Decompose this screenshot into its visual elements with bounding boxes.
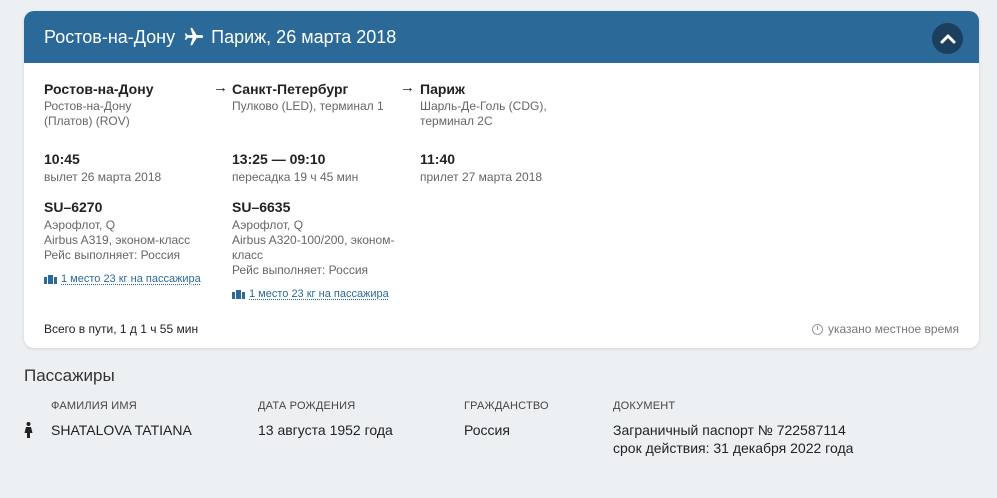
luggage-icon	[232, 290, 245, 299]
collapse-button[interactable]	[932, 23, 963, 54]
baggage-text: 1 место 23 кг на пассажира	[61, 273, 201, 285]
airport-name: Шарль-Де-Голь (CDG),	[420, 99, 547, 113]
baggage-link[interactable]: 1 место 23 кг на пассажира	[232, 288, 412, 300]
female-passenger-icon	[24, 422, 33, 438]
flight-card-header: Ростов-на-Дону Париж, 26 марта 2018	[24, 11, 979, 63]
aircraft-class: класс	[232, 248, 264, 262]
airline: Аэрофлот, Q	[232, 218, 304, 232]
flight-info: SU–6270 Аэрофлот, Q Airbus A319, эконом-…	[44, 199, 224, 285]
passenger-document: Заграничный паспорт № 722587114 срок дей…	[613, 421, 853, 457]
chevron-up-icon	[940, 34, 955, 43]
flight-number: SU–6635	[232, 199, 291, 215]
route-point-destination: Париж Шарль-Де-Голь (CDG), терминал 2С	[420, 81, 600, 129]
passengers-title: Пассажиры	[24, 366, 115, 385]
baggage-text: 1 место 23 кг на пассажира	[249, 288, 389, 300]
aircraft: Airbus A320-100/200, эконом-	[232, 233, 395, 247]
column-header-name: ФАМИЛИЯ ИМЯ	[51, 400, 137, 412]
route-arrow: →	[400, 79, 415, 96]
city-name: Париж	[420, 81, 465, 97]
transfer-time: 13:25 — 09:10	[232, 151, 326, 167]
arrival-date: прилет 27 марта 2018	[420, 170, 543, 184]
departure-time-block: 10:45 вылет 26 марта 2018	[44, 151, 161, 185]
total-travel-time: Всего в пути, 1 д 1 ч 55 мин	[44, 322, 199, 336]
document-number: Заграничный паспорт № 722587114	[613, 422, 846, 438]
header-destination-date: Париж, 26 марта 2018	[211, 26, 397, 47]
local-time-note: указано местное время	[811, 322, 959, 336]
city-name: Санкт-Петербург	[232, 81, 349, 97]
airport-name: Пулково (LED), терминал 1	[232, 99, 384, 113]
document-expiry: срок действия: 31 декабря 2022 года	[613, 440, 854, 456]
arrival-time: 11:40	[420, 151, 456, 167]
transfer-time-block: 13:25 — 09:10 пересадка 19 ч 45 мин	[232, 151, 358, 185]
operator: Рейс выполняет: Россия	[232, 263, 369, 277]
flight-number: SU–6270	[44, 199, 103, 215]
luggage-icon	[44, 275, 57, 284]
column-header-citizenship: ГРАЖДАНСТВО	[464, 400, 549, 412]
route-point-transfer: Санкт-Петербург Пулково (LED), терминал …	[232, 81, 412, 114]
plane-icon	[183, 26, 205, 48]
column-header-document: ДОКУМЕНТ	[613, 400, 676, 412]
city-name: Ростов-на-Дону	[44, 81, 154, 97]
departure-date: вылет 26 марта 2018	[44, 170, 162, 184]
airport-name: Ростов-на-Дону	[44, 99, 132, 113]
operator: Рейс выполняет: Россия	[44, 248, 181, 262]
clock-icon	[811, 323, 823, 335]
departure-time: 10:45	[44, 151, 80, 167]
passenger-citizenship: Россия	[464, 422, 510, 438]
flight-card: Ростов-на-Дону Париж, 26 марта 2018 Рост…	[24, 11, 979, 348]
transfer-duration: пересадка 19 ч 45 мин	[232, 170, 359, 184]
header-origin: Ростов-на-Дону	[44, 26, 176, 47]
route-point-origin: Ростов-на-Дону Ростов-на-Дону (Платов) (…	[44, 81, 214, 129]
local-time-text: указано местное время	[827, 322, 959, 336]
flight-info: SU–6635 Аэрофлот, Q Airbus A320-100/200,…	[232, 199, 412, 300]
column-header-birth: ДАТА РОЖДЕНИЯ	[258, 400, 356, 412]
passenger-birth-date: 13 августа 1952 года	[258, 422, 393, 438]
baggage-link[interactable]: 1 место 23 кг на пассажира	[44, 273, 224, 285]
airport-terminal: терминал 2С	[420, 114, 493, 128]
passenger-name: SHATALOVA TATIANA	[51, 422, 192, 438]
airport-code: (Платов) (ROV)	[44, 114, 130, 128]
aircraft: Airbus A319, эконом-класс	[44, 233, 191, 247]
route-arrow: →	[213, 79, 228, 96]
arrival-time-block: 11:40 прилет 27 марта 2018	[420, 151, 542, 185]
airline: Аэрофлот, Q	[44, 218, 116, 232]
